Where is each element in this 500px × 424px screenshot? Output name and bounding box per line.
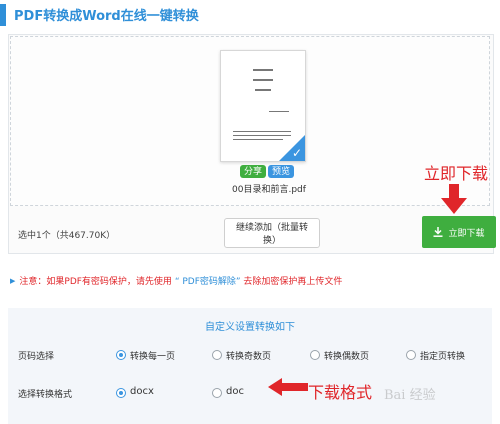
bullet-icon: ▶ bbox=[10, 277, 16, 285]
download-button[interactable]: 立即下载 bbox=[422, 216, 496, 248]
radio-even-pages[interactable] bbox=[310, 350, 320, 360]
share-button[interactable]: 分享 bbox=[240, 165, 267, 178]
selected-file-info: 选中1个（共467.70K） bbox=[18, 231, 116, 241]
option-docx-label[interactable]: docx bbox=[130, 386, 154, 397]
header-accent-bar bbox=[0, 4, 6, 26]
options-title: 自定义设置转换如下 bbox=[205, 322, 295, 333]
preview-button[interactable]: 预览 bbox=[268, 165, 295, 178]
continue-add-button[interactable]: 继续添加（批量转换） bbox=[224, 218, 320, 248]
notice-suffix: 去除加密保护再上传文件 bbox=[243, 277, 343, 287]
doc-line bbox=[233, 139, 283, 140]
doc-line bbox=[253, 69, 273, 71]
arrow-down-icon bbox=[441, 184, 467, 218]
radio-every-page[interactable] bbox=[116, 350, 126, 360]
file-name: 00目录和前言.pdf bbox=[232, 185, 306, 195]
option-even-pages-label[interactable]: 转换偶数页 bbox=[324, 349, 369, 362]
watermark: Bai 经验 bbox=[384, 388, 436, 403]
option-odd-pages-label[interactable]: 转换奇数页 bbox=[226, 349, 271, 362]
radio-docx[interactable] bbox=[116, 388, 126, 398]
download-button-label: 立即下载 bbox=[448, 228, 485, 239]
check-icon: ✓ bbox=[291, 146, 302, 160]
option-specified-pages-label[interactable]: 指定页转换 bbox=[420, 349, 465, 362]
doc-line bbox=[253, 79, 273, 81]
doc-line bbox=[255, 89, 271, 91]
page-selection-label: 页码选择 bbox=[18, 352, 55, 362]
annotation-format: 下载格式 bbox=[308, 383, 373, 402]
password-notice: ▶ 注意：如果PDF有密码保护，请先使用 “ PDF密码解除” 去除加密保护再上传… bbox=[10, 274, 342, 287]
arrow-left-icon bbox=[268, 378, 308, 400]
option-every-page-label[interactable]: 转换每一页 bbox=[130, 349, 175, 362]
document-thumbnail[interactable]: ✓ bbox=[220, 50, 306, 162]
pdf-password-remove-link[interactable]: “ PDF密码解除” bbox=[175, 277, 241, 287]
notice-prefix: 注意：如果PDF有密码保护，请先使用 bbox=[19, 277, 172, 287]
download-icon bbox=[433, 227, 443, 237]
radio-specified-pages[interactable] bbox=[406, 350, 416, 360]
page-title: PDF转换成Word在线一键转换 bbox=[14, 9, 199, 24]
radio-doc[interactable] bbox=[212, 388, 222, 398]
doc-line bbox=[269, 111, 289, 112]
annotation-download: 立即下载 bbox=[424, 164, 489, 183]
radio-odd-pages[interactable] bbox=[212, 350, 222, 360]
doc-line bbox=[233, 131, 291, 132]
option-doc-label[interactable]: doc bbox=[226, 386, 244, 397]
format-selection-label: 选择转换格式 bbox=[18, 390, 73, 400]
